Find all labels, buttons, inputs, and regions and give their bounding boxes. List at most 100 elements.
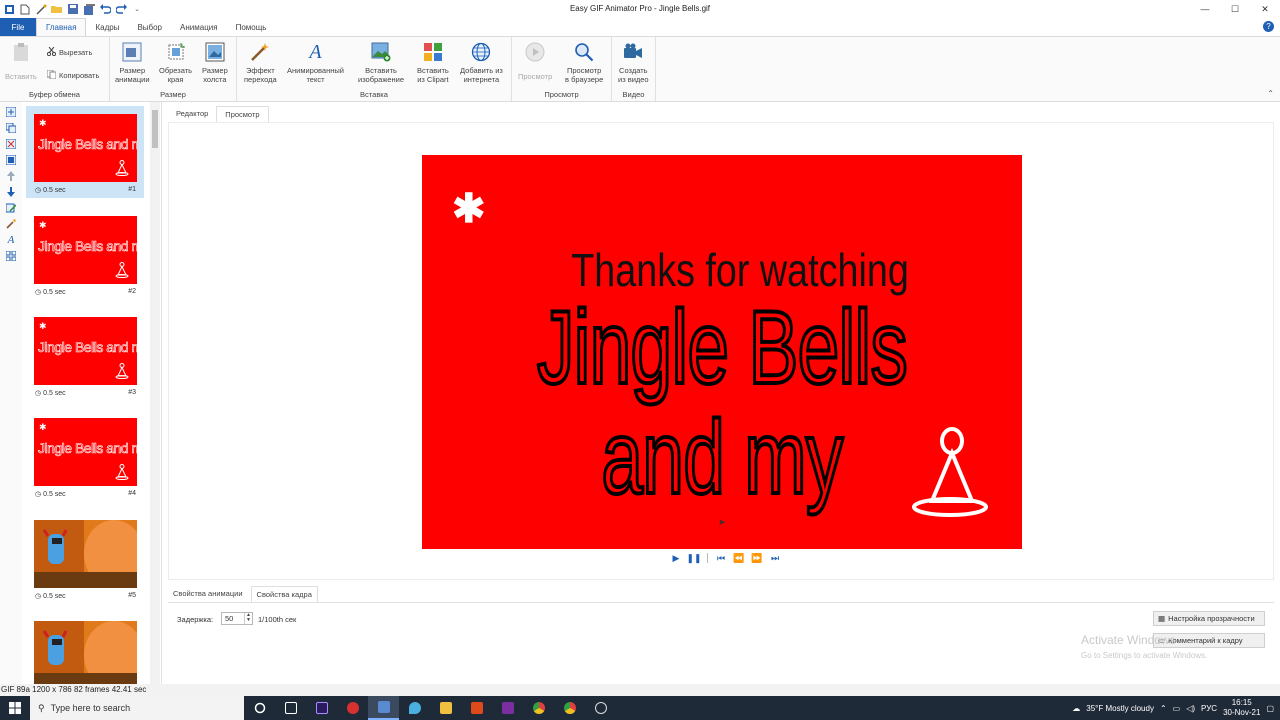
weather-text[interactable]: 35°F Mostly cloudy [1086, 704, 1154, 713]
frame-item[interactable]: ✱ Jingle Bells and my ◷0.5 sec #1 [26, 106, 144, 198]
start-button[interactable] [0, 696, 30, 720]
maximize-button[interactable]: ☐ [1220, 0, 1250, 18]
save-icon[interactable] [67, 3, 79, 15]
insert-image-button[interactable]: Вставить изображение [358, 41, 404, 84]
tab-preview[interactable]: Просмотр [216, 106, 269, 122]
frame-item[interactable]: ✱ Jingle Bells and my ◷0.5 sec #2 [26, 208, 144, 300]
windows-taskbar: ⚲ Type here to search ☁ 35°F Mostly clou… [0, 696, 1280, 720]
tab-help[interactable]: Помощь [227, 18, 276, 36]
create-from-video-button[interactable]: Создать из видео [618, 41, 649, 84]
preview-browser-button[interactable]: Просмотр в браузере [565, 41, 603, 84]
first-frame-icon[interactable]: ⏮ [716, 553, 726, 563]
insert-image-label-2: изображение [358, 75, 405, 84]
tab-home[interactable]: Главная [36, 18, 87, 36]
title-bar: ⌄ Easy GIF Animator Pro - Jingle Bells.g… [0, 0, 1280, 18]
volume-icon[interactable]: ◁) [1186, 704, 1195, 713]
add-from-internet-button[interactable]: Добавить из интернета [460, 41, 503, 84]
delay-stepper[interactable]: 50 ▲ ▼ [221, 612, 253, 625]
frame-item[interactable]: ✱ Jingle Bells and my ◷0.5 sec #4 [26, 410, 144, 502]
canvas-area: ✱ Thanks for watching Jingle Bells and m… [168, 122, 1274, 580]
clock[interactable]: 16:15 30-Nov-21 [1223, 698, 1260, 718]
frame-item[interactable]: ✱ Jingle Bells and my ◷0.5 sec #3 [26, 309, 144, 401]
chevron-up-icon[interactable]: ⌃ [1160, 704, 1167, 713]
tab-animation[interactable]: Анимация [171, 18, 227, 36]
minimize-button[interactable]: — [1190, 0, 1220, 18]
copy-label: Копировать [59, 71, 100, 80]
transparency-settings-button[interactable]: ▦ Настройка прозрачности [1153, 611, 1265, 626]
tab-frame-properties[interactable]: Свойства кадра [250, 586, 318, 602]
scrollbar-thumb[interactable] [152, 110, 158, 148]
insert-clipart-button[interactable]: Вставить из Clipart [417, 41, 449, 84]
copy-button[interactable]: Копировать [46, 69, 100, 81]
resize-animation-button[interactable]: Размер анимации [115, 41, 150, 84]
animated-text-label-2: текст [306, 75, 325, 84]
last-frame-icon[interactable]: ⏭ [770, 553, 780, 563]
collapse-ribbon-icon[interactable]: ⌃ [1267, 89, 1274, 98]
cartoon-scene-image [34, 520, 137, 588]
settings-icon[interactable] [585, 696, 616, 720]
preview-button[interactable]: Просмотр [518, 41, 552, 81]
cortana-icon[interactable] [244, 696, 275, 720]
delete-frame-icon[interactable] [5, 138, 17, 150]
onenote-icon[interactable] [492, 696, 523, 720]
app-red-icon[interactable] [337, 696, 368, 720]
add-frame-icon[interactable] [5, 106, 17, 118]
tab-selection[interactable]: Выбор [128, 18, 171, 36]
frame-thumbnail: ✱ Jingle Bells and my [34, 317, 137, 385]
frame-number: #5 [128, 592, 136, 599]
duplicate-frame-icon[interactable] [5, 122, 17, 134]
move-down-icon[interactable] [5, 186, 17, 198]
previous-frame-icon[interactable]: ⏪ [733, 553, 744, 563]
transition-effect-button[interactable]: Эффект перехода [244, 41, 277, 84]
play-icon[interactable]: ▶ [671, 553, 681, 563]
help-icon[interactable]: ? [1263, 21, 1274, 32]
network-icon[interactable]: ▭ [1173, 704, 1181, 713]
paste-button[interactable]: Вставить [5, 41, 37, 81]
frame-thumbnail: ✱ Jingle Bells and my [34, 418, 137, 486]
office-icon[interactable] [461, 696, 492, 720]
taskbar-search[interactable]: ⚲ Type here to search [30, 696, 244, 720]
animated-text-label-1: Анимированный [287, 66, 344, 75]
grid-view-icon[interactable] [5, 250, 17, 262]
frame-list-scrollbar[interactable] [150, 102, 160, 684]
tab-editor[interactable]: Редактор [168, 106, 216, 122]
clock-icon: ◷ [35, 491, 42, 498]
spin-arrows-icon[interactable]: ▲ ▼ [244, 613, 252, 624]
frame-item[interactable] [26, 613, 144, 684]
frame-delay-text: 0.5 sec [43, 592, 66, 600]
customize-toolbar-icon[interactable]: ⌄ [131, 3, 143, 15]
move-up-icon[interactable] [5, 170, 17, 182]
file-explorer-icon[interactable] [430, 696, 461, 720]
crop-button[interactable]: Обрезать края [159, 41, 192, 84]
chrome-icon[interactable] [523, 696, 554, 720]
frame-item[interactable]: ◷ 0.5 sec #5 [26, 512, 144, 604]
app-drop-icon[interactable] [399, 696, 430, 720]
animation-preview[interactable]: ✱ Thanks for watching Jingle Bells and m… [422, 155, 1022, 549]
after-effects-icon[interactable] [306, 696, 337, 720]
easy-gif-animator-icon[interactable] [368, 696, 399, 720]
text-tool-icon[interactable]: A [5, 234, 17, 246]
cut-button[interactable]: Вырезать [46, 46, 92, 58]
language-indicator[interactable]: РУС [1201, 704, 1217, 713]
animated-text-button[interactable]: A Анимированный текст [287, 41, 344, 85]
tab-animation-properties[interactable]: Свойства анимации [168, 586, 248, 602]
tab-file[interactable]: File [0, 18, 36, 36]
next-frame-icon[interactable]: ⏩ [751, 553, 762, 563]
new-file-icon[interactable] [19, 3, 31, 15]
undo-icon[interactable] [99, 3, 111, 15]
chrome-alt-icon[interactable] [554, 696, 585, 720]
paste-icon [10, 41, 32, 63]
save-all-icon[interactable] [83, 3, 95, 15]
close-button[interactable]: ✕ [1250, 0, 1280, 18]
magic-wand-icon[interactable] [35, 3, 47, 15]
edit-frame-icon[interactable] [5, 202, 17, 214]
frame-settings-icon[interactable] [5, 154, 17, 166]
open-folder-icon[interactable] [51, 3, 63, 15]
redo-icon[interactable] [115, 3, 127, 15]
notifications-icon[interactable]: ▢ [1266, 704, 1274, 713]
effect-wand-icon[interactable] [5, 218, 17, 230]
tab-frames[interactable]: Кадры [86, 18, 128, 36]
pause-icon[interactable]: ❚❚ [686, 553, 701, 563]
task-view-icon[interactable] [275, 696, 306, 720]
canvas-size-button[interactable]: Размер холста [202, 41, 228, 84]
